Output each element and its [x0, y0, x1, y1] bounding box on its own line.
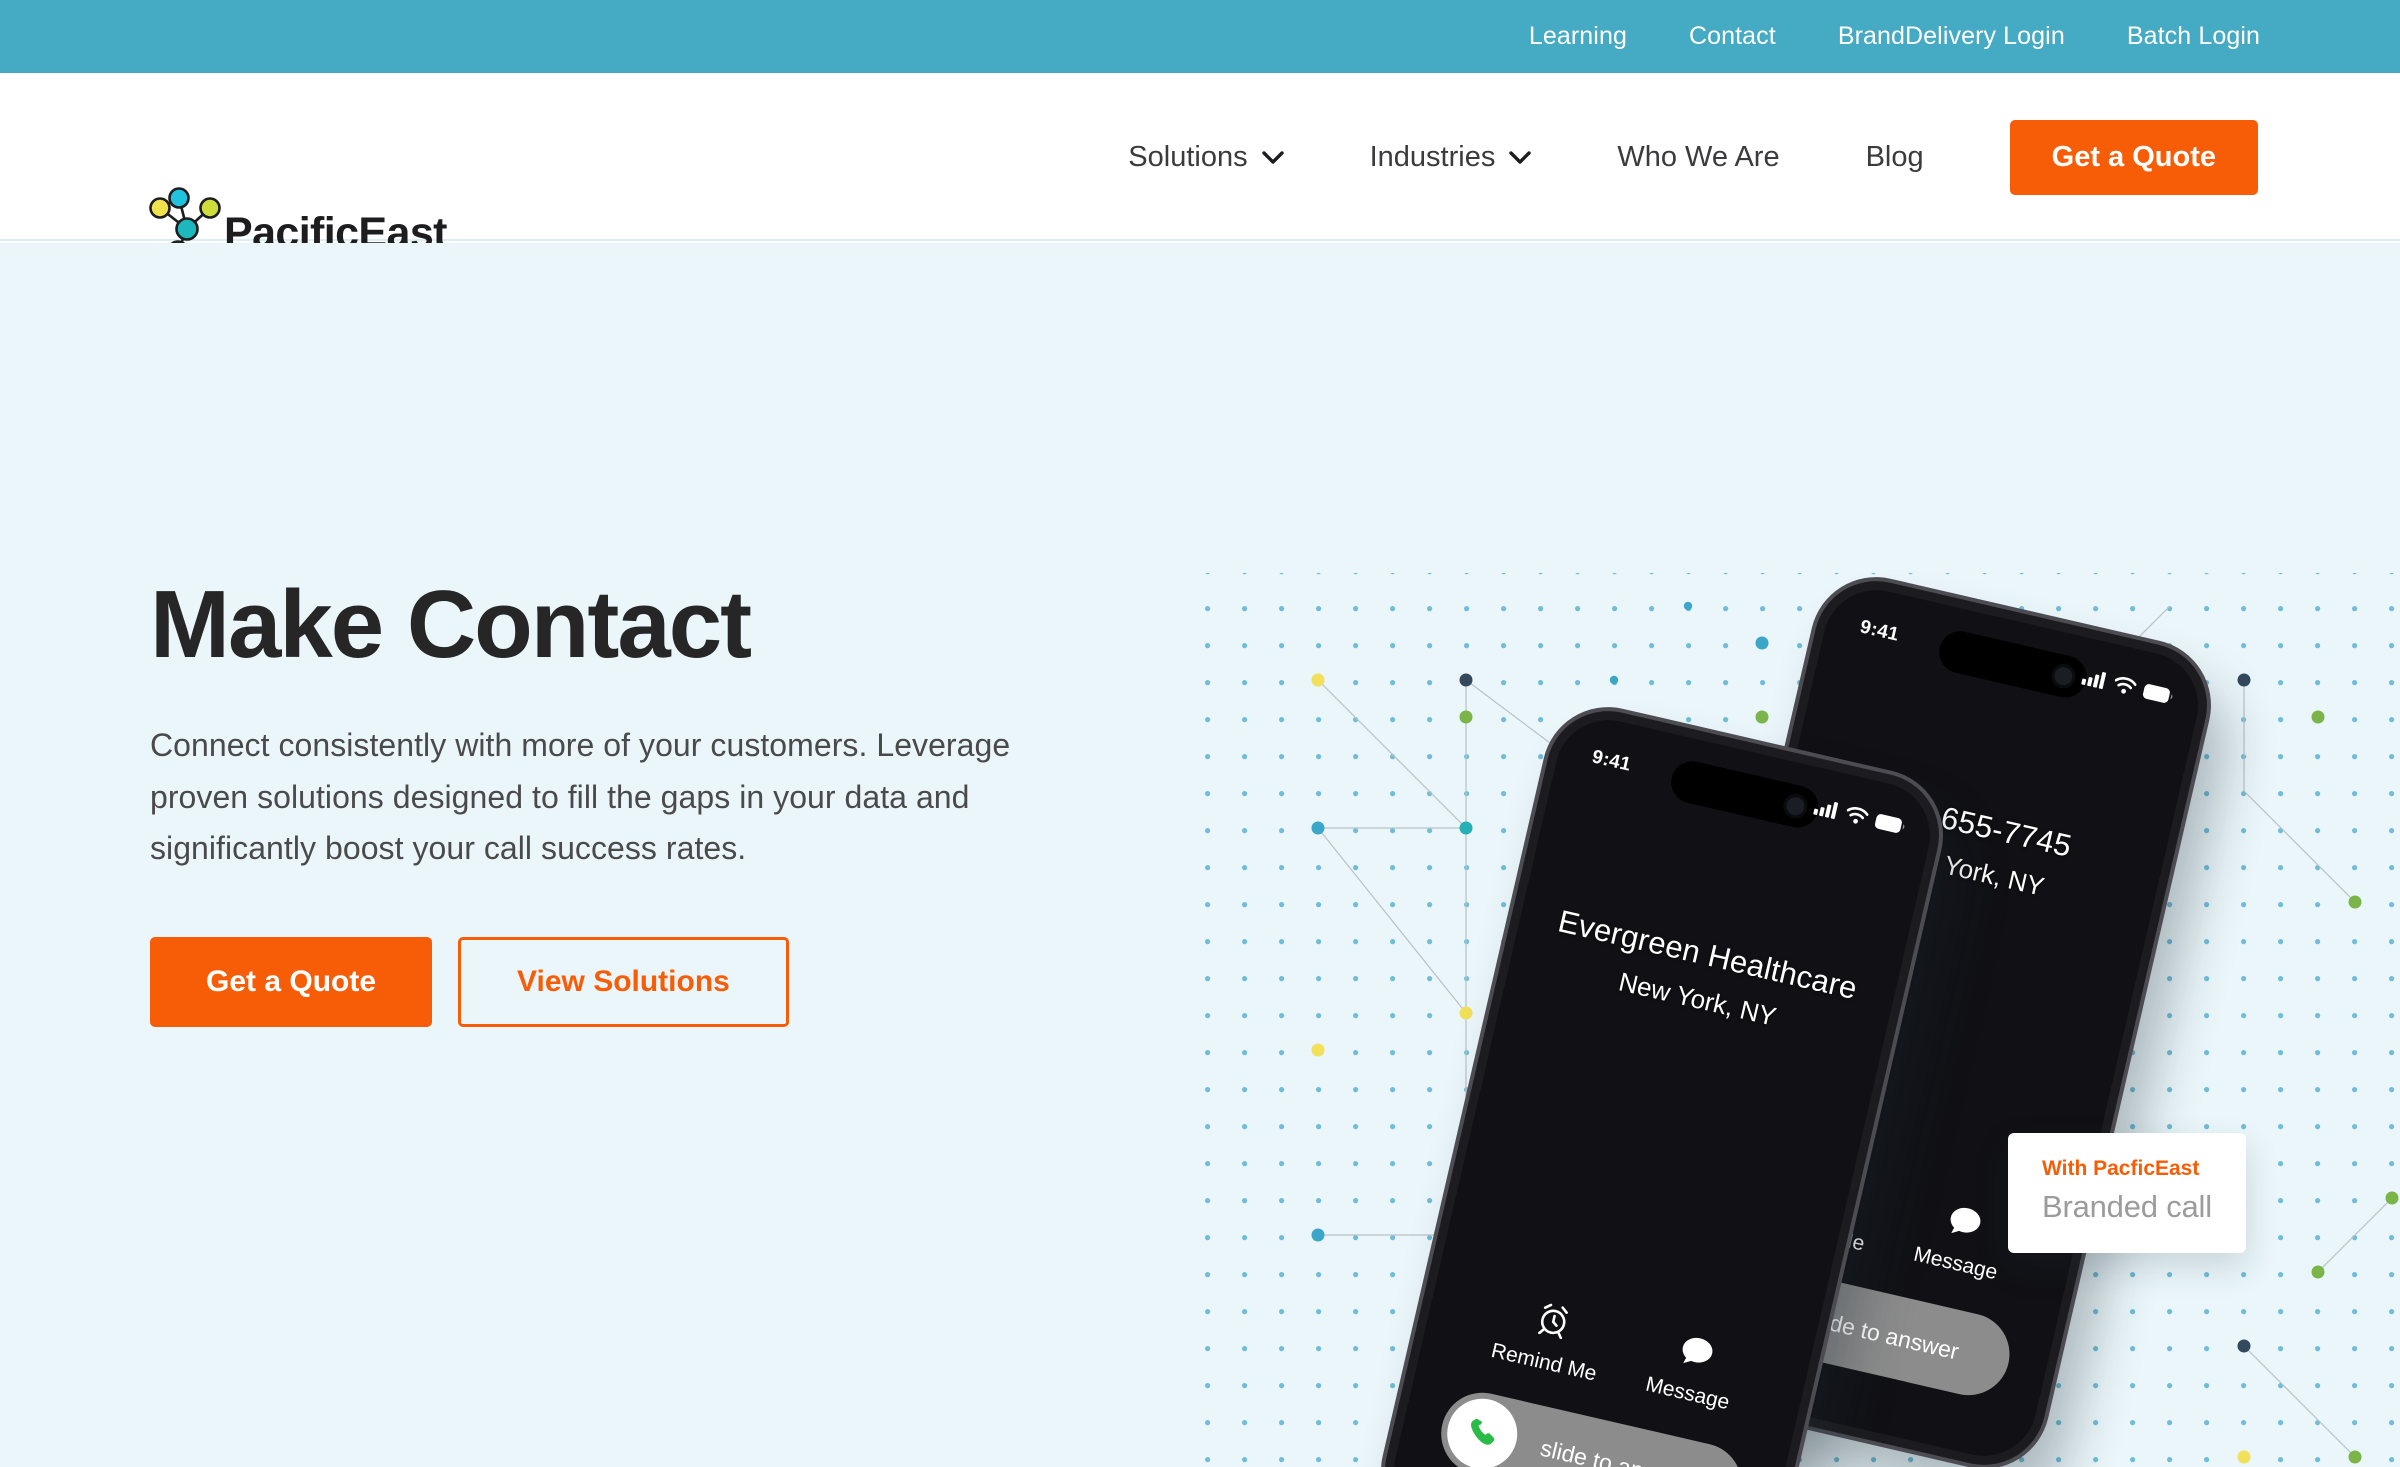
hero-copy: Make Contact Connect consistently with m… — [150, 571, 1050, 1028]
nav-item-blog-label: Blog — [1865, 140, 1924, 173]
status-bar-icons — [1813, 798, 1906, 835]
nav-item-solutions-label: Solutions — [1128, 140, 1248, 173]
dynamic-island — [1934, 627, 2091, 702]
site-header: PacificEast Solutions Industries Who We … — [0, 73, 2400, 261]
battery-icon — [2143, 683, 2173, 703]
message-bubble-icon — [1950, 1207, 1981, 1234]
message-action[interactable]: Message — [1911, 1197, 2010, 1287]
remind-me-label: Remind Me — [1489, 1339, 1599, 1386]
topbar-link-batch-login[interactable]: Batch Login — [2127, 22, 2260, 51]
topbar-link-learning[interactable]: Learning — [1529, 22, 1627, 51]
status-bar-time: 9:41 — [1590, 746, 1633, 776]
remind-me-action[interactable]: Remind Me — [1489, 1291, 1610, 1386]
dynamic-island — [1666, 757, 1823, 832]
callout-card-after: With PacficEast Branded call — [2008, 1133, 2246, 1253]
phone-handset-icon — [1471, 1418, 1495, 1445]
chevron-down-icon — [1261, 150, 1284, 164]
page-title: Make Contact — [150, 571, 752, 678]
utility-topbar: Learning Contact BrandDelivery Login Bat… — [0, 0, 2400, 73]
chevron-down-icon — [1509, 150, 1532, 164]
topbar-link-branddelivery-login[interactable]: BrandDelivery Login — [1838, 22, 2065, 51]
answer-call-knob[interactable] — [1440, 1391, 1525, 1467]
hero-artwork: 9:41 800-655-7745 New York, NY Message s… — [1200, 568, 2400, 1467]
nav-item-blog[interactable]: Blog — [1866, 141, 1924, 174]
message-label: Message — [1911, 1242, 2000, 1285]
wifi-icon — [1846, 807, 1869, 824]
hero-view-solutions-button[interactable]: View Solutions — [458, 937, 789, 1028]
cellular-signal-icon — [2081, 671, 2107, 690]
camera-lens-icon — [2049, 661, 2078, 691]
nav-item-industries[interactable]: Industries — [1370, 141, 1532, 174]
nav-item-who-we-are[interactable]: Who We Are — [1617, 141, 1779, 174]
message-bubble-icon — [1682, 1337, 1713, 1364]
message-label: Message — [1643, 1372, 1732, 1415]
page-root: Learning Contact BrandDelivery Login Bat… — [0, 0, 2400, 1467]
hero-section: Make Contact Connect consistently with m… — [0, 243, 2400, 1467]
nav-item-industries-label: Industries — [1369, 140, 1496, 173]
alarm-clock-icon — [1538, 1303, 1568, 1340]
header-get-a-quote-button[interactable]: Get a Quote — [2009, 119, 2258, 195]
nav-item-solutions[interactable]: Solutions — [1128, 140, 1284, 174]
hero-actions: Get a Quote View Solutions — [150, 937, 1050, 1028]
hero-get-a-quote-button[interactable]: Get a Quote — [150, 937, 433, 1028]
status-bar-icons — [2081, 668, 2174, 705]
nav-item-who-we-are-label: Who We Are — [1617, 140, 1780, 173]
battery-icon — [1875, 813, 1905, 833]
message-action[interactable]: Message — [1643, 1327, 1742, 1417]
main-nav: Solutions Industries Who We Are Blog Get… — [1128, 73, 2258, 241]
callout-after-kicker: With PacficEast — [2042, 1157, 2200, 1180]
status-bar-time: 9:41 — [1858, 616, 1901, 646]
callout-after-body: Branded call — [2042, 1189, 2212, 1224]
slide-to-answer-label: slide to answer — [1538, 1434, 1694, 1467]
camera-lens-icon — [1781, 791, 1810, 821]
cellular-signal-icon — [1813, 801, 1839, 820]
topbar-link-contact[interactable]: Contact — [1689, 22, 1776, 51]
incoming-caller-info-after: Evergreen Healthcare New York, NY — [1508, 895, 1898, 1058]
wifi-icon — [2114, 677, 2137, 694]
hero-subtitle: Connect consistently with more of your c… — [150, 726, 1011, 867]
